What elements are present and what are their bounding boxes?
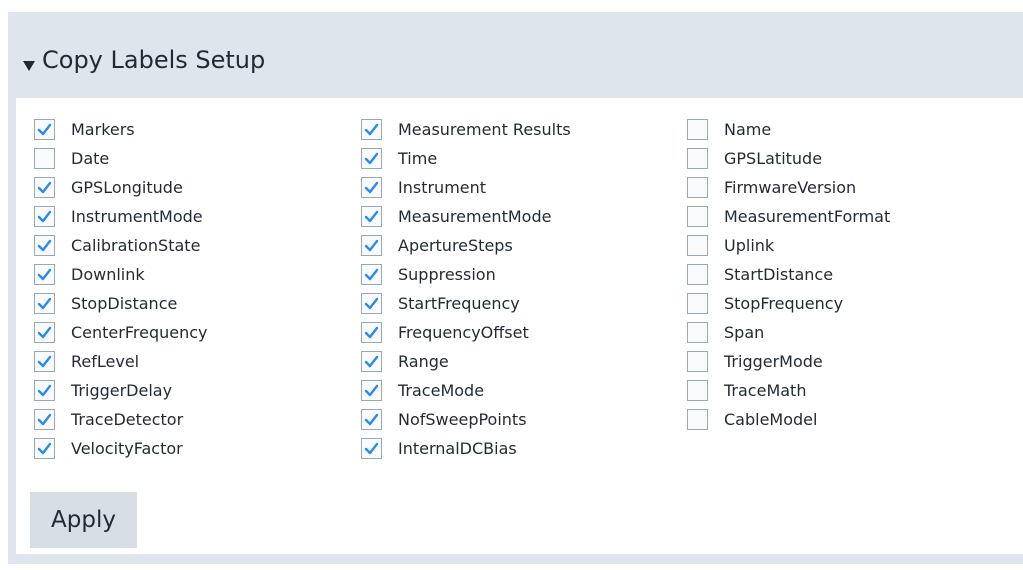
option-label: Time — [398, 149, 438, 168]
checkmark-icon — [364, 326, 379, 339]
checkbox[interactable] — [34, 409, 55, 430]
option-label: CableModel — [724, 410, 818, 429]
checkmark-icon — [364, 268, 379, 281]
option-label: MeasurementMode — [398, 207, 552, 226]
checkmark-icon — [364, 152, 379, 165]
option-label: GPSLatitude — [724, 149, 823, 168]
option-label: Instrument — [398, 178, 487, 197]
checkbox[interactable] — [34, 148, 55, 169]
checkbox[interactable] — [361, 119, 382, 140]
apply-button[interactable]: Apply — [30, 492, 137, 548]
option-label: StartFrequency — [398, 294, 520, 313]
option-label: TriggerMode — [724, 352, 823, 371]
option-label: FrequencyOffset — [398, 323, 529, 342]
checkbox[interactable] — [34, 293, 55, 314]
option-label: StartDistance — [724, 265, 834, 284]
option-label: TraceDetector — [71, 410, 184, 429]
option-label: InternalDCBias — [398, 439, 517, 458]
checkmark-icon — [364, 210, 379, 223]
checkbox[interactable] — [361, 206, 382, 227]
checkbox[interactable] — [34, 351, 55, 372]
checkbox[interactable] — [34, 206, 55, 227]
checkbox[interactable] — [361, 293, 382, 314]
checkbox[interactable] — [34, 380, 55, 401]
checkbox[interactable] — [687, 409, 708, 430]
option-label: Range — [398, 352, 449, 371]
checkbox[interactable] — [687, 322, 708, 343]
option-label: MeasurementFormat — [724, 207, 891, 226]
checkmark-icon — [364, 239, 379, 252]
checkmark-icon — [364, 181, 379, 194]
checkmark-icon — [37, 268, 52, 281]
checkmark-icon — [37, 442, 52, 455]
checkbox[interactable] — [361, 351, 382, 372]
checkbox[interactable] — [34, 177, 55, 198]
option-label: GPSLongitude — [71, 178, 183, 197]
option-label: Downlink — [71, 265, 145, 284]
option-label: Suppression — [398, 265, 496, 284]
checkbox[interactable] — [34, 264, 55, 285]
checkmark-icon — [37, 355, 52, 368]
labels-panel: Markers Date GPSLongitude InstrumentMode Cal… — [16, 98, 1023, 554]
checkmark-icon — [364, 355, 379, 368]
checkmark-icon — [37, 297, 52, 310]
checkmark-icon — [364, 442, 379, 455]
option-label: CenterFrequency — [71, 323, 208, 342]
checkmark-icon — [37, 326, 52, 339]
option-label: InstrumentMode — [71, 207, 203, 226]
option-label: TraceMath — [724, 381, 807, 400]
checkbox[interactable] — [361, 264, 382, 285]
checkbox[interactable] — [361, 148, 382, 169]
checkbox[interactable] — [687, 177, 708, 198]
checkmark-icon — [364, 384, 379, 397]
checkmark-icon — [364, 123, 379, 136]
checkbox[interactable] — [34, 322, 55, 343]
checkmark-icon — [37, 413, 52, 426]
option-label: StopFrequency — [724, 294, 844, 313]
option-label: RefLevel — [71, 352, 140, 371]
option-label: FirmwareVersion — [724, 178, 857, 197]
option-label: NofSweepPoints — [398, 410, 527, 429]
checkbox[interactable] — [687, 206, 708, 227]
checkmark-icon — [364, 297, 379, 310]
option-label: Span — [724, 323, 765, 342]
checkmark-icon — [37, 210, 52, 223]
checkbox[interactable] — [361, 380, 382, 401]
option-label: Markers — [71, 120, 135, 139]
checkbox[interactable] — [361, 177, 382, 198]
option-label: ApertureSteps — [398, 236, 513, 255]
option-label: Uplink — [724, 236, 775, 255]
option-label: Date — [71, 149, 110, 168]
checkbox[interactable] — [687, 380, 708, 401]
checkbox[interactable] — [687, 235, 708, 256]
option-label: Name — [724, 120, 772, 139]
checkmark-icon — [37, 384, 52, 397]
checkbox[interactable] — [687, 351, 708, 372]
collapse-triangle-icon[interactable] — [23, 61, 35, 71]
option-label: StopDistance — [71, 294, 178, 313]
option-label: CalibrationState — [71, 236, 201, 255]
checkbox[interactable] — [687, 148, 708, 169]
checkmark-icon — [364, 413, 379, 426]
checkmark-icon — [37, 123, 52, 136]
checkbox[interactable] — [361, 235, 382, 256]
option-label: TraceMode — [398, 381, 485, 400]
copy-labels-setup-section: Copy Labels Setup Markers Date GPSLongitud… — [8, 12, 1023, 564]
checkbox[interactable] — [687, 264, 708, 285]
option-label: TriggerDelay — [71, 381, 173, 400]
checkbox[interactable] — [361, 438, 382, 459]
option-label: VelocityFactor — [71, 439, 183, 458]
checkmark-icon — [37, 239, 52, 252]
checkbox[interactable] — [34, 119, 55, 140]
checkbox[interactable] — [687, 293, 708, 314]
section-title: Copy Labels Setup — [42, 46, 266, 74]
checkmark-icon — [37, 181, 52, 194]
checkbox[interactable] — [687, 119, 708, 140]
checkbox[interactable] — [34, 438, 55, 459]
section-header[interactable]: Copy Labels Setup — [8, 12, 1023, 98]
checkbox[interactable] — [361, 409, 382, 430]
checkbox[interactable] — [34, 235, 55, 256]
option-label: Measurement Results — [398, 120, 571, 139]
checkbox[interactable] — [361, 322, 382, 343]
